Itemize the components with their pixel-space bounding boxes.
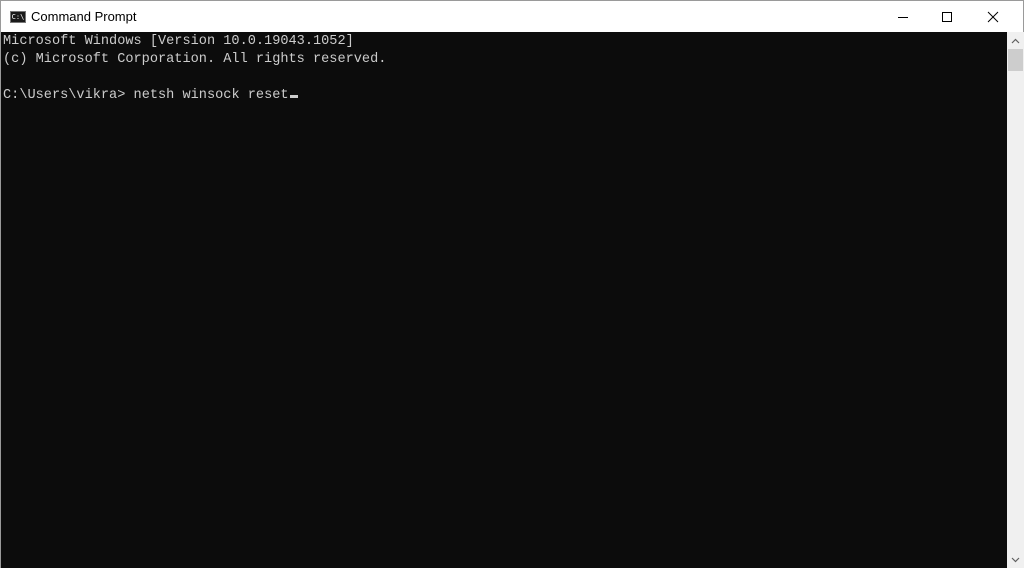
command-prompt-path: C:\Users\vikra> xyxy=(3,88,126,103)
maximize-button[interactable] xyxy=(924,1,970,32)
scroll-up-button[interactable] xyxy=(1007,32,1024,49)
window-title: Command Prompt xyxy=(31,9,137,24)
console-line: Microsoft Windows [Version 10.0.19043.10… xyxy=(3,34,354,49)
command-prompt-window: C:\ Command Prompt Microsoft Windows [Ve… xyxy=(0,0,1024,568)
chevron-down-icon xyxy=(1011,557,1020,562)
chevron-up-icon xyxy=(1011,38,1020,43)
maximize-icon xyxy=(942,11,952,22)
console-line: (c) Microsoft Corporation. All rights re… xyxy=(3,52,387,67)
close-icon xyxy=(987,11,999,22)
title-bar[interactable]: C:\ Command Prompt xyxy=(1,1,1023,32)
minimize-button[interactable] xyxy=(880,1,926,32)
console-output[interactable]: Microsoft Windows [Version 10.0.19043.10… xyxy=(1,32,1007,568)
close-button[interactable] xyxy=(970,1,1016,32)
cmd-icon[interactable]: C:\ xyxy=(10,11,26,23)
cmd-icon-text: C:\ xyxy=(11,13,25,21)
vertical-scrollbar[interactable] xyxy=(1007,32,1024,568)
minimize-icon xyxy=(898,16,908,18)
scroll-down-button[interactable] xyxy=(1007,551,1024,568)
command-input[interactable]: netsh winsock reset xyxy=(134,88,289,103)
text-cursor xyxy=(289,95,298,98)
scrollbar-thumb[interactable] xyxy=(1008,49,1023,71)
